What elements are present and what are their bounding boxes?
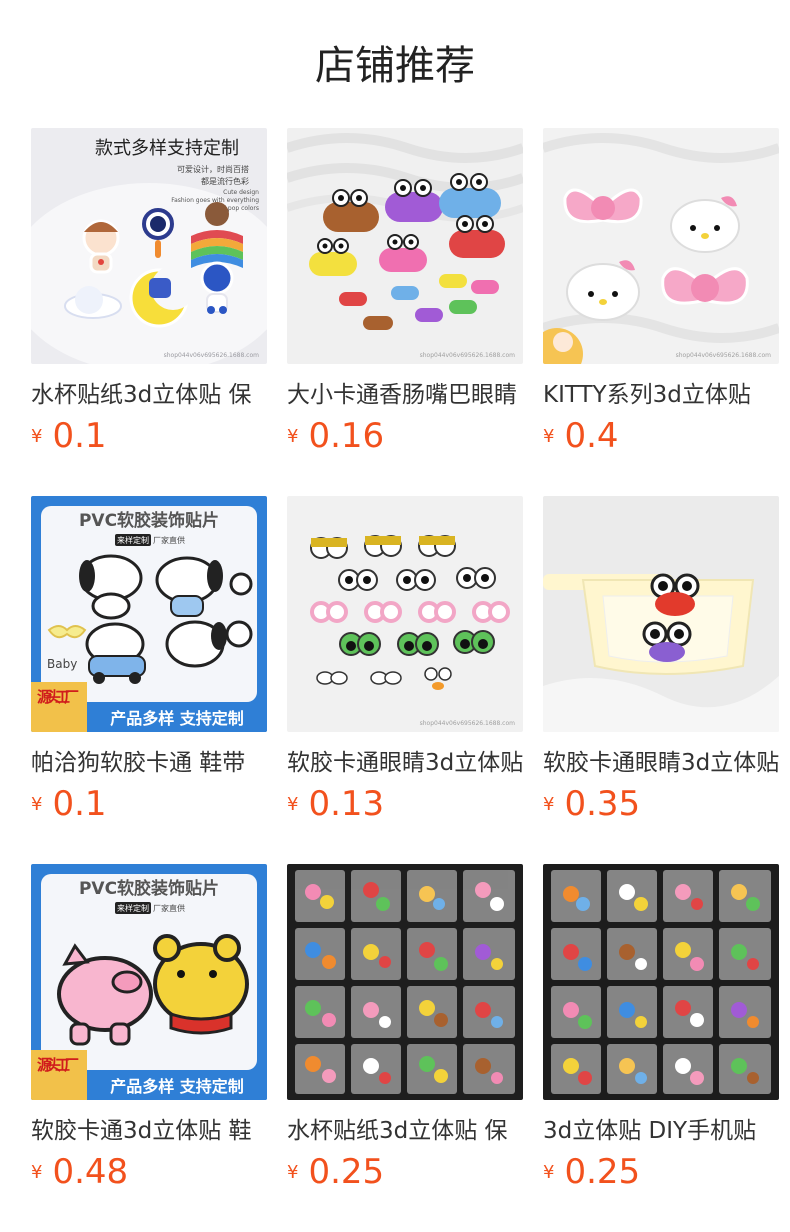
- product-name[interactable]: 大小卡通香肠嘴巴眼睛: [287, 378, 523, 412]
- image-subtext: 都是流行色彩: [201, 176, 249, 186]
- price-value: 0.35: [564, 784, 641, 824]
- image-tag: 厂家直供: [153, 903, 185, 913]
- image-watermark: shop044v06v695626.1688.com: [164, 352, 260, 359]
- currency-symbol: ¥: [287, 425, 299, 447]
- pochacco-sticker-image: PVC软胶装饰贴片 来样定制 厂家直供 Baby 源头工厂 产品多样 支持定制: [31, 496, 267, 732]
- image-watermark: shop044v06v695626.1688.com: [420, 720, 516, 727]
- product-price: ¥0.25: [287, 1152, 384, 1196]
- cup-eyes-image: [543, 496, 779, 732]
- product-card[interactable]: 水杯贴纸3d立体贴 保 ¥0.25: [287, 864, 523, 1194]
- image-subtext: 可爱设计，时尚百搭: [177, 164, 249, 174]
- product-card[interactable]: shop044v06v695626.1688.com 大小卡通香肠嘴巴眼睛 ¥0…: [287, 128, 523, 458]
- product-card[interactable]: PVC软胶装饰贴片 来样定制 厂家直供 源头工厂 产品多样 支持定制 软胶卡通3…: [31, 864, 267, 1194]
- product-image[interactable]: PVC软胶装饰贴片 来样定制 厂家直供 源头工厂 产品多样 支持定制: [31, 864, 267, 1100]
- product-card[interactable]: PVC软胶装饰贴片 来样定制 厂家直供 Baby 源头工厂 产品多样 支持定制 …: [31, 496, 267, 826]
- currency-symbol: ¥: [543, 793, 555, 815]
- product-price: ¥0.35: [543, 784, 640, 828]
- image-headline: PVC软胶装饰贴片: [79, 510, 219, 531]
- product-image[interactable]: [287, 864, 523, 1100]
- pig-bear-sticker-image: PVC软胶装饰贴片 来样定制 厂家直供 源头工厂 产品多样 支持定制: [31, 864, 267, 1100]
- product-name[interactable]: 3d立体贴 DIY手机贴: [543, 1114, 779, 1148]
- currency-symbol: ¥: [543, 1161, 555, 1183]
- product-price: ¥0.13: [287, 784, 384, 828]
- image-banner: 产品多样 支持定制: [110, 1077, 244, 1096]
- sausage-mouth-image: shop044v06v695626.1688.com: [287, 128, 523, 364]
- product-name[interactable]: 软胶卡通眼睛3d立体贴: [543, 746, 779, 780]
- price-value: 0.13: [308, 784, 385, 824]
- product-name[interactable]: 帕洽狗软胶卡通 鞋带: [31, 746, 267, 780]
- image-headline: 款式多样支持定制: [95, 138, 239, 159]
- image-tag: 来样定制: [117, 903, 149, 913]
- product-card[interactable]: 软胶卡通眼睛3d立体贴 ¥0.35: [543, 496, 779, 826]
- product-card[interactable]: 款式多样支持定制 可爱设计，时尚百搭 都是流行色彩 Cute design Fa…: [31, 128, 267, 458]
- product-image[interactable]: shop044v06v695626.1688.com: [543, 128, 779, 364]
- price-value: 0.4: [564, 416, 619, 456]
- kitty-bow-image: shop044v06v695626.1688.com: [543, 128, 779, 364]
- product-name[interactable]: 水杯贴纸3d立体贴 保: [287, 1114, 523, 1148]
- image-watermark: shop044v06v695626.1688.com: [676, 352, 772, 359]
- product-grid: 款式多样支持定制 可爱设计，时尚百搭 都是流行色彩 Cute design Fa…: [0, 0, 790, 1232]
- price-value: 0.25: [308, 1152, 385, 1192]
- bagged-stickers-image: [287, 864, 523, 1100]
- image-tag: 厂家直供: [153, 535, 185, 545]
- price-value: 0.1: [52, 784, 107, 824]
- space-sticker-image: 款式多样支持定制 可爱设计，时尚百搭 都是流行色彩 Cute design Fa…: [31, 128, 267, 364]
- image-subtext: Cute design: [223, 189, 259, 196]
- product-price: ¥0.48: [31, 1152, 128, 1196]
- bagged-stickers-image: [543, 864, 779, 1100]
- source-factory-badge: 源头工厂: [37, 1056, 79, 1074]
- currency-symbol: ¥: [287, 793, 299, 815]
- cartoon-eyes-image: shop044v06v695626.1688.com: [287, 496, 523, 732]
- product-price: ¥0.16: [287, 416, 384, 460]
- product-image[interactable]: PVC软胶装饰贴片 来样定制 厂家直供 Baby 源头工厂 产品多样 支持定制: [31, 496, 267, 732]
- source-factory-badge: 源头工厂: [37, 688, 79, 706]
- product-price: ¥0.1: [31, 416, 107, 460]
- price-value: 0.16: [308, 416, 385, 456]
- price-value: 0.48: [52, 1152, 129, 1192]
- price-value: 0.25: [564, 1152, 641, 1192]
- product-name[interactable]: KITTY系列3d立体贴: [543, 378, 779, 412]
- product-image[interactable]: [543, 496, 779, 732]
- product-card[interactable]: shop044v06v695626.1688.com KITTY系列3d立体贴 …: [543, 128, 779, 458]
- product-card[interactable]: 3d立体贴 DIY手机贴 ¥0.25: [543, 864, 779, 1194]
- product-price: ¥0.25: [543, 1152, 640, 1196]
- product-name[interactable]: 软胶卡通眼睛3d立体贴: [287, 746, 523, 780]
- currency-symbol: ¥: [31, 425, 43, 447]
- product-name[interactable]: 水杯贴纸3d立体贴 保: [31, 378, 267, 412]
- product-price: ¥0.4: [543, 416, 619, 460]
- image-tag: 来样定制: [117, 535, 149, 545]
- product-name[interactable]: 软胶卡通3d立体贴 鞋: [31, 1114, 267, 1148]
- image-headline: PVC软胶装饰贴片: [79, 878, 219, 899]
- currency-symbol: ¥: [287, 1161, 299, 1183]
- currency-symbol: ¥: [543, 425, 555, 447]
- product-image[interactable]: shop044v06v695626.1688.com: [287, 128, 523, 364]
- product-image[interactable]: 款式多样支持定制 可爱设计，时尚百搭 都是流行色彩 Cute design Fa…: [31, 128, 267, 364]
- image-watermark: shop044v06v695626.1688.com: [420, 352, 516, 359]
- currency-symbol: ¥: [31, 793, 43, 815]
- product-card[interactable]: shop044v06v695626.1688.com 软胶卡通眼睛3d立体贴 ¥…: [287, 496, 523, 826]
- currency-symbol: ¥: [31, 1161, 43, 1183]
- product-price: ¥0.1: [31, 784, 107, 828]
- image-banner: 产品多样 支持定制: [110, 709, 244, 728]
- price-value: 0.1: [52, 416, 107, 456]
- product-image[interactable]: [543, 864, 779, 1100]
- image-label: Baby: [47, 657, 77, 671]
- product-image[interactable]: shop044v06v695626.1688.com: [287, 496, 523, 732]
